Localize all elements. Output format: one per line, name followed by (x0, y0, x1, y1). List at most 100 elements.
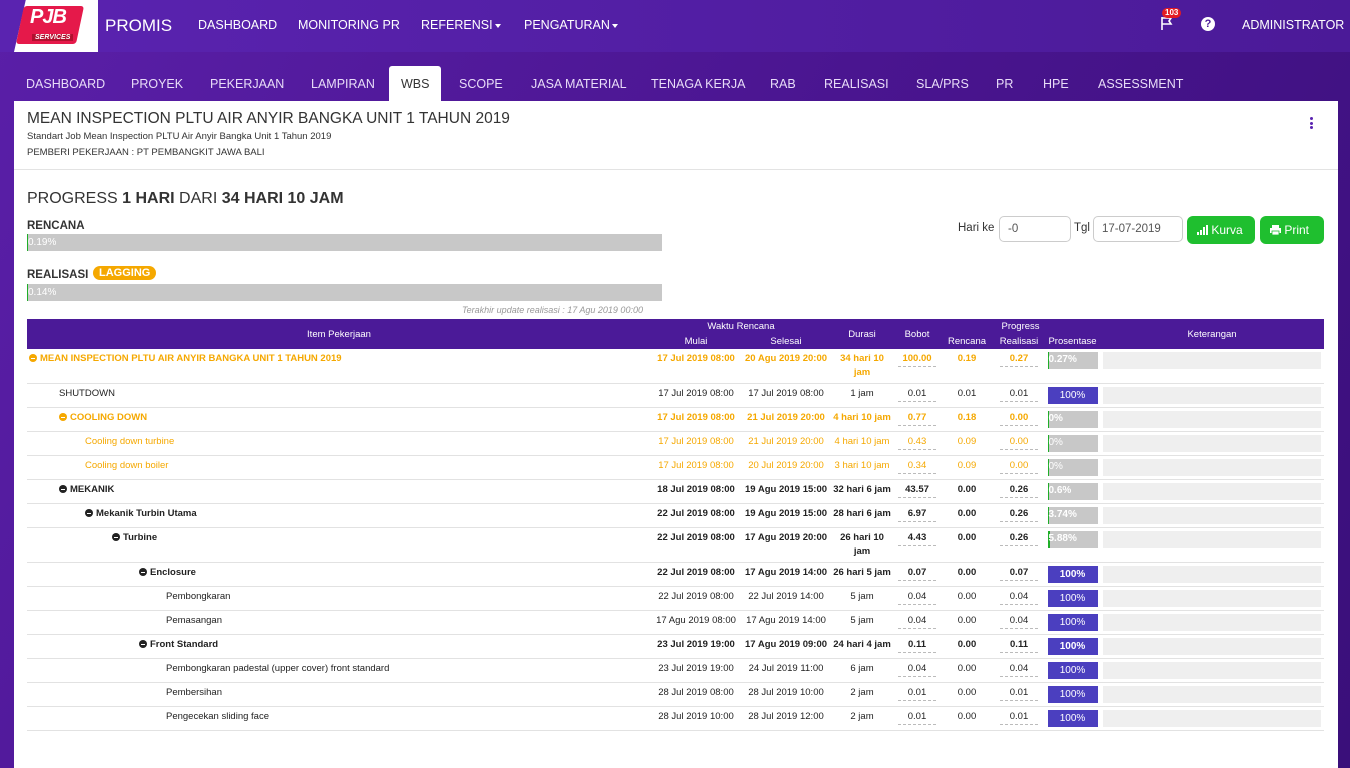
keterangan-field[interactable] (1103, 686, 1322, 703)
row-realisasi[interactable]: 0.01 (993, 682, 1045, 707)
row-realisasi[interactable]: 0.00 (993, 431, 1045, 456)
collapse-icon[interactable] (112, 533, 120, 541)
keterangan-field[interactable] (1103, 483, 1322, 500)
bobot-value[interactable]: 0.04 (898, 590, 936, 605)
row-item-name[interactable]: Enclosure (27, 562, 651, 587)
keterangan-field[interactable] (1103, 459, 1322, 476)
row-realisasi[interactable]: 0.04 (993, 586, 1045, 611)
row-bobot[interactable]: 0.07 (893, 562, 941, 587)
table-row[interactable]: Pembersihan 28 Jul 2019 08:00 28 Jul 2019 … (27, 682, 1325, 707)
row-item-name[interactable]: Pembongkaran padestal (upper cover) fron… (27, 658, 651, 683)
row-keterangan[interactable] (1100, 479, 1325, 504)
row-bobot[interactable]: 0.77 (893, 407, 941, 432)
tab-dashboard[interactable]: DASHBOARD (14, 66, 117, 102)
tab-realisasi[interactable]: REALISASI (812, 66, 901, 102)
bobot-value[interactable]: 0.01 (898, 710, 936, 725)
app-brand[interactable]: PROMIS (105, 16, 172, 36)
row-bobot[interactable]: 4.43 (893, 527, 941, 563)
row-item-name[interactable]: Pembongkaran (27, 586, 651, 611)
row-item-name[interactable]: Pembersihan (27, 682, 651, 707)
row-realisasi[interactable]: 0.04 (993, 610, 1045, 635)
row-item-name[interactable]: Cooling down turbine (27, 431, 651, 456)
tab-wbs[interactable]: WBS (389, 66, 442, 102)
row-item-name[interactable]: Turbine (27, 527, 651, 563)
table-row[interactable]: Pembongkaran padestal (upper cover) fron… (27, 658, 1325, 683)
realisasi-value[interactable]: 0.26 (1000, 483, 1038, 498)
table-row[interactable]: MEKANIK 18 Jul 2019 08:00 19 Agu 2019 15:0… (27, 479, 1325, 504)
row-bobot[interactable]: 0.04 (893, 658, 941, 683)
print-button[interactable]: Print (1260, 216, 1324, 244)
collapse-icon[interactable] (139, 568, 147, 576)
bobot-value[interactable]: 0.34 (898, 459, 936, 474)
more-options-icon[interactable] (1310, 117, 1314, 131)
table-row[interactable]: Pemasangan 17 Agu 2019 08:00 17 Agu 2019 1… (27, 610, 1325, 635)
nav-referensi[interactable]: REFERENSI (421, 18, 501, 32)
tab-proyek[interactable]: PROYEK (119, 66, 195, 102)
row-bobot[interactable]: 43.57 (893, 479, 941, 504)
row-item-name[interactable]: MEKANIK (27, 479, 651, 504)
keterangan-field[interactable] (1103, 387, 1322, 404)
nav-pengaturan[interactable]: PENGATURAN (524, 18, 618, 32)
table-row[interactable]: COOLING DOWN 17 Jul 2019 08:00 21 Jul 2019… (27, 407, 1325, 432)
row-keterangan[interactable] (1100, 586, 1325, 611)
bobot-value[interactable]: 6.97 (898, 507, 936, 522)
tab-hpe[interactable]: HPE (1031, 66, 1081, 102)
row-realisasi[interactable]: 0.07 (993, 562, 1045, 587)
row-keterangan[interactable] (1100, 527, 1325, 563)
bobot-value[interactable]: 43.57 (898, 483, 936, 498)
realisasi-value[interactable]: 0.04 (1000, 662, 1038, 677)
row-realisasi[interactable]: 0.00 (993, 407, 1045, 432)
bobot-value[interactable]: 0.77 (898, 411, 936, 426)
table-row[interactable]: Pengecekan sliding face 28 Jul 2019 10:00… (27, 706, 1325, 731)
hari-ke-input[interactable]: -0 (999, 216, 1071, 242)
row-realisasi[interactable]: 0.26 (993, 527, 1045, 563)
row-keterangan[interactable] (1100, 503, 1325, 528)
keterangan-field[interactable] (1103, 710, 1322, 727)
row-item-name[interactable]: COOLING DOWN (27, 407, 651, 432)
collapse-icon[interactable] (59, 413, 67, 421)
table-row[interactable]: Cooling down boiler 17 Jul 2019 08:00 20 J… (27, 455, 1325, 480)
row-item-name[interactable]: Front Standard (27, 634, 651, 659)
row-keterangan[interactable] (1100, 349, 1325, 384)
realisasi-value[interactable]: 0.07 (1000, 566, 1038, 581)
tgl-date-input[interactable]: 17-07-2019 (1093, 216, 1183, 242)
tab-sla-prs[interactable]: SLA/PRS (904, 66, 981, 102)
bobot-value[interactable]: 0.04 (898, 662, 936, 677)
row-bobot[interactable]: 0.01 (893, 706, 941, 731)
realisasi-value[interactable]: 0.01 (1000, 710, 1038, 725)
row-item-name[interactable]: Pemasangan (27, 610, 651, 635)
tab-pekerjaan[interactable]: PEKERJAAN (198, 66, 296, 102)
kurva-button[interactable]: Kurva (1187, 216, 1255, 244)
row-keterangan[interactable] (1100, 383, 1325, 408)
tab-scope[interactable]: SCOPE (447, 66, 515, 102)
row-realisasi[interactable]: 0.00 (993, 455, 1045, 480)
row-realisasi[interactable]: 0.26 (993, 503, 1045, 528)
row-item-name[interactable]: Cooling down boiler (27, 455, 651, 480)
row-realisasi[interactable]: 0.11 (993, 634, 1045, 659)
tab-jasa-material[interactable]: JASA MATERIAL (519, 66, 639, 102)
bobot-value[interactable]: 0.11 (898, 638, 936, 653)
help-icon[interactable]: ? (1201, 17, 1215, 31)
realisasi-value[interactable]: 0.26 (1000, 531, 1038, 546)
collapse-icon[interactable] (139, 640, 147, 648)
realisasi-value[interactable]: 0.00 (1000, 459, 1038, 474)
row-bobot[interactable]: 0.01 (893, 682, 941, 707)
realisasi-value[interactable]: 0.01 (1000, 686, 1038, 701)
row-keterangan[interactable] (1100, 682, 1325, 707)
keterangan-field[interactable] (1103, 507, 1322, 524)
tab-lampiran[interactable]: LAMPIRAN (299, 66, 387, 102)
tab-assessment[interactable]: ASSESSMENT (1086, 66, 1195, 102)
realisasi-value[interactable]: 0.27 (1000, 352, 1038, 367)
keterangan-field[interactable] (1103, 352, 1322, 369)
collapse-icon[interactable] (29, 354, 37, 362)
realisasi-value[interactable]: 0.00 (1000, 411, 1038, 426)
row-realisasi[interactable]: 0.04 (993, 658, 1045, 683)
row-realisasi[interactable]: 0.01 (993, 383, 1045, 408)
bobot-value[interactable]: 0.04 (898, 614, 936, 629)
row-bobot[interactable]: 6.97 (893, 503, 941, 528)
realisasi-value[interactable]: 0.04 (1000, 614, 1038, 629)
keterangan-field[interactable] (1103, 662, 1322, 679)
bobot-value[interactable]: 0.01 (898, 387, 936, 402)
row-keterangan[interactable] (1100, 562, 1325, 587)
realisasi-value[interactable]: 0.00 (1000, 435, 1038, 450)
